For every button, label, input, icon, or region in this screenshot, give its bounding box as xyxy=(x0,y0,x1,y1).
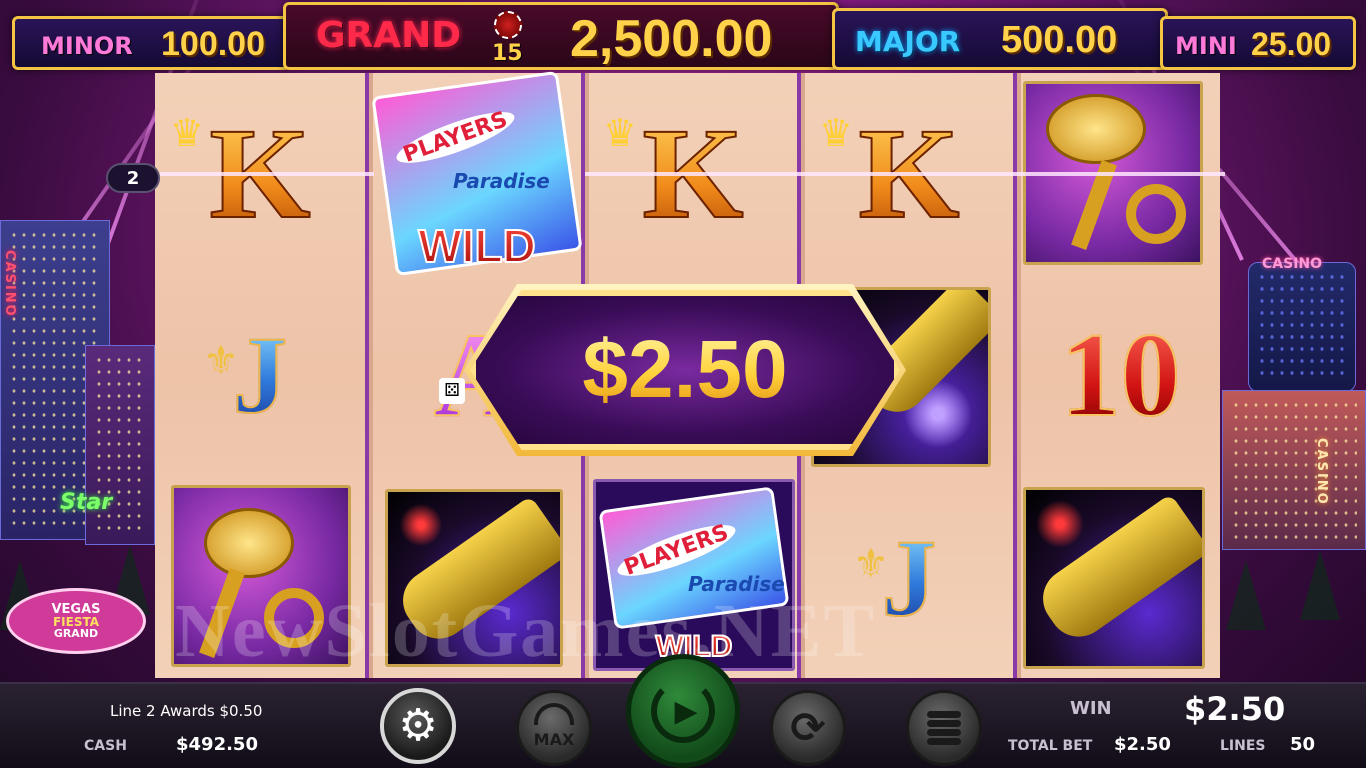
reel-5: 10 xyxy=(1021,73,1220,678)
fleur-de-lis-icon: ⚜ xyxy=(853,541,889,587)
logo-grand-text: GRAND xyxy=(53,627,99,640)
fireworks-icon xyxy=(1032,496,1088,552)
jackpot-mini-value: 25.00 xyxy=(1251,26,1332,62)
game-stage: { "jackpots": { "minor": {"label": "MINO… xyxy=(0,0,1366,768)
champagne-symbol xyxy=(1023,487,1205,669)
star-neon-sign: Star xyxy=(60,490,113,515)
symbol-j: J xyxy=(232,313,289,436)
wild-symbol: PLAYERS Paradise WILD xyxy=(593,479,795,671)
cash-value: $492.50 xyxy=(176,734,258,755)
crown-icon: ♛ xyxy=(819,111,854,155)
win-label: WIN xyxy=(1070,698,1112,719)
jackpot-grand: GRAND 15 2,500.00 xyxy=(283,2,839,70)
jackpot-grand-label: GRAND xyxy=(316,15,462,56)
trumpet-icon xyxy=(1046,94,1146,164)
max-label: MAX xyxy=(533,729,575,749)
lines-value: 50 xyxy=(1290,734,1316,755)
jackpot-major-value: 500.00 xyxy=(1001,19,1118,61)
dice-icon: ⚄ xyxy=(439,378,465,404)
jackpot-minor-label: MINOR xyxy=(41,32,133,60)
reel-2-symbol-1: PLAYERS Paradise WILD xyxy=(371,70,583,277)
lines-label: LINES xyxy=(1220,738,1266,754)
palm-tree xyxy=(1226,560,1266,630)
symbol-10: 10 xyxy=(1060,307,1182,441)
paradise-text: Paradise xyxy=(688,572,785,596)
total-bet-label: TOTAL BET xyxy=(1008,738,1093,754)
total-bet-value: $2.50 xyxy=(1114,734,1171,755)
trumpet-symbol xyxy=(171,485,351,667)
reel-1-symbol-2: ⚜ J xyxy=(155,274,365,475)
spin-button[interactable]: ▶ xyxy=(626,654,740,768)
cash-label: CASH xyxy=(84,738,127,754)
autoplay-icon: ⟳ xyxy=(790,703,826,752)
crown-icon: ♛ xyxy=(170,111,205,155)
trumpet-icon xyxy=(204,508,294,578)
casino-neon-right-top: CASINO xyxy=(1262,256,1323,272)
jackpot-minor: MINOR 100.00 xyxy=(12,16,290,70)
control-bar: Line 2 Awards $0.50 CASH $492.50 ⚙ MAX ▶… xyxy=(0,654,1366,768)
win-banner-amount: $2.50 xyxy=(582,324,788,415)
grand-counter: 15 xyxy=(492,41,523,66)
spin-arrow-icon xyxy=(651,679,715,743)
jackpot-major: MAJOR 500.00 xyxy=(832,8,1168,70)
jackpot-grand-value: 2,500.00 xyxy=(570,10,773,68)
palm-tree xyxy=(1300,550,1340,620)
crown-icon: ♛ xyxy=(603,111,638,155)
coin-stack-icon xyxy=(927,711,961,745)
casino-neon-right-side: CASINO xyxy=(1314,438,1329,506)
wild-text: WILD xyxy=(417,219,537,273)
gear-icon: ⚙ xyxy=(398,700,438,751)
fleur-de-lis-icon: ⚜ xyxy=(203,338,239,384)
paradise-text: Paradise xyxy=(453,169,550,193)
max-bet-button[interactable]: MAX xyxy=(516,690,592,766)
champagne-symbol xyxy=(385,489,563,667)
building-left-2 xyxy=(85,345,155,545)
hotel-building-right xyxy=(1222,390,1366,550)
reel-1: ♛ K ⚜ J xyxy=(155,73,369,678)
grand-chip-icon xyxy=(494,11,522,39)
settings-button[interactable]: ⚙ xyxy=(380,688,456,764)
vegas-fiesta-grand-logo: VEGAS FIESTA GRAND xyxy=(6,588,146,654)
casino-neon-left: CASINO xyxy=(2,250,17,318)
autoplay-button[interactable]: ⟳ xyxy=(770,690,846,766)
payline-segment xyxy=(160,172,374,176)
line-award-message: Line 2 Awards $0.50 xyxy=(110,702,263,720)
payline-marker[interactable]: 2 xyxy=(106,163,160,193)
gauge-icon xyxy=(534,703,574,725)
win-value: $2.50 xyxy=(1184,690,1286,728)
jackpot-mini-label: MINI xyxy=(1175,32,1237,60)
jackpot-minor-value: 100.00 xyxy=(161,25,265,63)
payline-segment xyxy=(585,172,1225,176)
win-banner: $2.50 xyxy=(470,290,900,450)
jackpot-mini: MINI 25.00 xyxy=(1160,16,1356,70)
symbol-j: J xyxy=(881,516,938,639)
bet-stack-button[interactable] xyxy=(906,690,982,766)
jackpot-major-label: MAJOR xyxy=(855,25,961,58)
casino-tower-right xyxy=(1248,262,1356,392)
reel-4-symbol-3: ⚜ J xyxy=(805,477,1013,678)
reel-5-symbol-2: 10 xyxy=(1021,274,1220,475)
fireworks-icon xyxy=(396,500,446,550)
